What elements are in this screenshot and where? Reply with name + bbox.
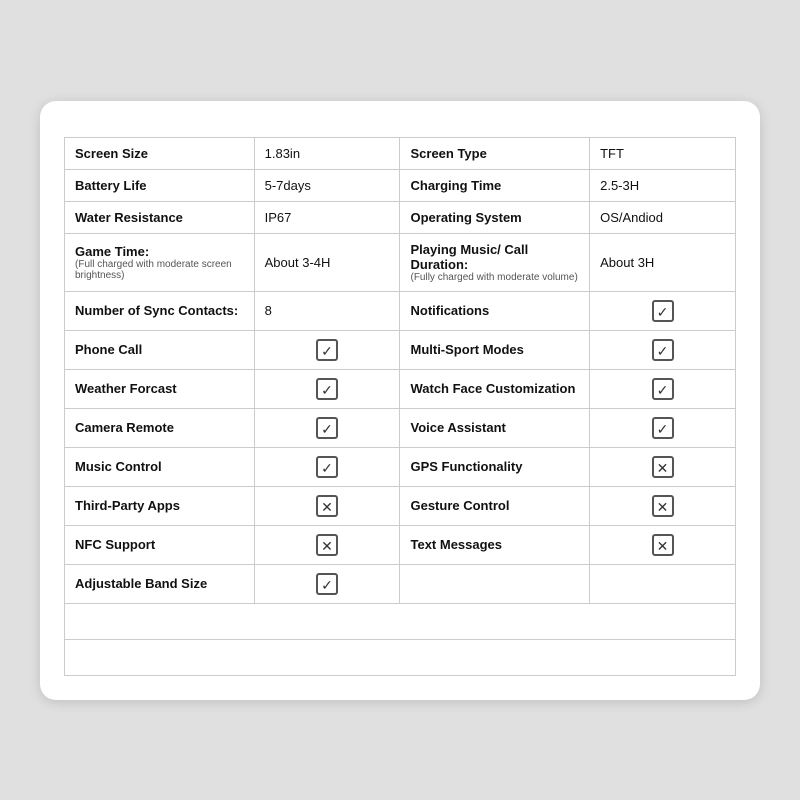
left-value: About 3-4H <box>254 233 400 291</box>
checkbox-checked: ✓ <box>652 300 674 322</box>
right-check-cell <box>590 564 736 603</box>
left-label: Phone Call <box>65 330 255 369</box>
checkbox-x: ✕ <box>652 456 674 478</box>
table-row: Screen Size 1.83in Screen Type TFT <box>65 137 736 169</box>
table-row: Adjustable Band Size ✓ <box>65 564 736 603</box>
right-check-cell: ✕ <box>590 447 736 486</box>
left-label: Screen Size <box>65 137 255 169</box>
left-check-cell: ✕ <box>254 525 400 564</box>
left-value: 1.83in <box>254 137 400 169</box>
parameters-card: Screen Size 1.83in Screen Type TFT Batte… <box>40 101 760 700</box>
right-check-cell: ✓ <box>590 369 736 408</box>
left-label: Music Control <box>65 447 255 486</box>
right-label: Voice Assistant <box>400 408 590 447</box>
right-check-cell: ✕ <box>590 525 736 564</box>
checkbox-checked: ✓ <box>652 378 674 400</box>
left-check-cell: ✓ <box>254 330 400 369</box>
table-row <box>65 639 736 675</box>
checkbox-x: ✕ <box>316 495 338 517</box>
left-label: Adjustable Band Size <box>65 564 255 603</box>
checkbox-checked: ✓ <box>316 417 338 439</box>
checkbox-x: ✕ <box>652 534 674 556</box>
table-row: Game Time:(Full charged with moderate sc… <box>65 233 736 291</box>
right-value: 2.5-3H <box>590 169 736 201</box>
checkbox-x: ✕ <box>316 534 338 556</box>
checkbox-checked: ✓ <box>316 573 338 595</box>
table-row: Number of Sync Contacts: 8 Notifications… <box>65 291 736 330</box>
right-value: OS/Andiod <box>590 201 736 233</box>
left-label: Number of Sync Contacts: <box>65 291 255 330</box>
left-check-cell: ✓ <box>254 564 400 603</box>
checkbox-checked: ✓ <box>316 378 338 400</box>
right-check-cell: ✕ <box>590 486 736 525</box>
right-value: TFT <box>590 137 736 169</box>
right-check-cell: ✓ <box>590 291 736 330</box>
left-label: Water Resistance <box>65 201 255 233</box>
left-check-cell: ✕ <box>254 486 400 525</box>
left-check-cell: ✓ <box>254 369 400 408</box>
table-row: Music Control ✓ GPS Functionality ✕ <box>65 447 736 486</box>
left-check-cell: ✓ <box>254 447 400 486</box>
table-row: Water Resistance IP67 Operating System O… <box>65 201 736 233</box>
table-row: NFC Support ✕ Text Messages ✕ <box>65 525 736 564</box>
table-row: Third-Party Apps ✕ Gesture Control ✕ <box>65 486 736 525</box>
right-label: Operating System <box>400 201 590 233</box>
left-check-cell: ✓ <box>254 408 400 447</box>
left-label: Third-Party Apps <box>65 486 255 525</box>
right-label: Playing Music/ Call Duration:(Fully char… <box>400 233 590 291</box>
right-label: Charging Time <box>400 169 590 201</box>
left-label: Battery Life <box>65 169 255 201</box>
left-label: Camera Remote <box>65 408 255 447</box>
right-value: About 3H <box>590 233 736 291</box>
right-check-cell: ✓ <box>590 408 736 447</box>
left-label: NFC Support <box>65 525 255 564</box>
left-value: IP67 <box>254 201 400 233</box>
checkbox-checked: ✓ <box>652 339 674 361</box>
checkbox-checked: ✓ <box>316 339 338 361</box>
right-label: Gesture Control <box>400 486 590 525</box>
right-label <box>400 564 590 603</box>
right-label: Multi-Sport Modes <box>400 330 590 369</box>
table-row <box>65 603 736 639</box>
left-label: Game Time:(Full charged with moderate sc… <box>65 233 255 291</box>
table-row: Camera Remote ✓ Voice Assistant ✓ <box>65 408 736 447</box>
left-value: 5-7days <box>254 169 400 201</box>
table-row: Battery Life 5-7days Charging Time 2.5-3… <box>65 169 736 201</box>
right-label: Notifications <box>400 291 590 330</box>
left-value: 8 <box>254 291 400 330</box>
checkbox-checked: ✓ <box>316 456 338 478</box>
table-row: Weather Forcast ✓ Watch Face Customizati… <box>65 369 736 408</box>
parameters-table: Screen Size 1.83in Screen Type TFT Batte… <box>64 137 736 676</box>
table-row: Phone Call ✓ Multi-Sport Modes ✓ <box>65 330 736 369</box>
right-label: Text Messages <box>400 525 590 564</box>
checkbox-checked: ✓ <box>652 417 674 439</box>
right-check-cell: ✓ <box>590 330 736 369</box>
checkbox-x: ✕ <box>652 495 674 517</box>
right-label: GPS Functionality <box>400 447 590 486</box>
right-label: Screen Type <box>400 137 590 169</box>
right-label: Watch Face Customization <box>400 369 590 408</box>
left-label: Weather Forcast <box>65 369 255 408</box>
